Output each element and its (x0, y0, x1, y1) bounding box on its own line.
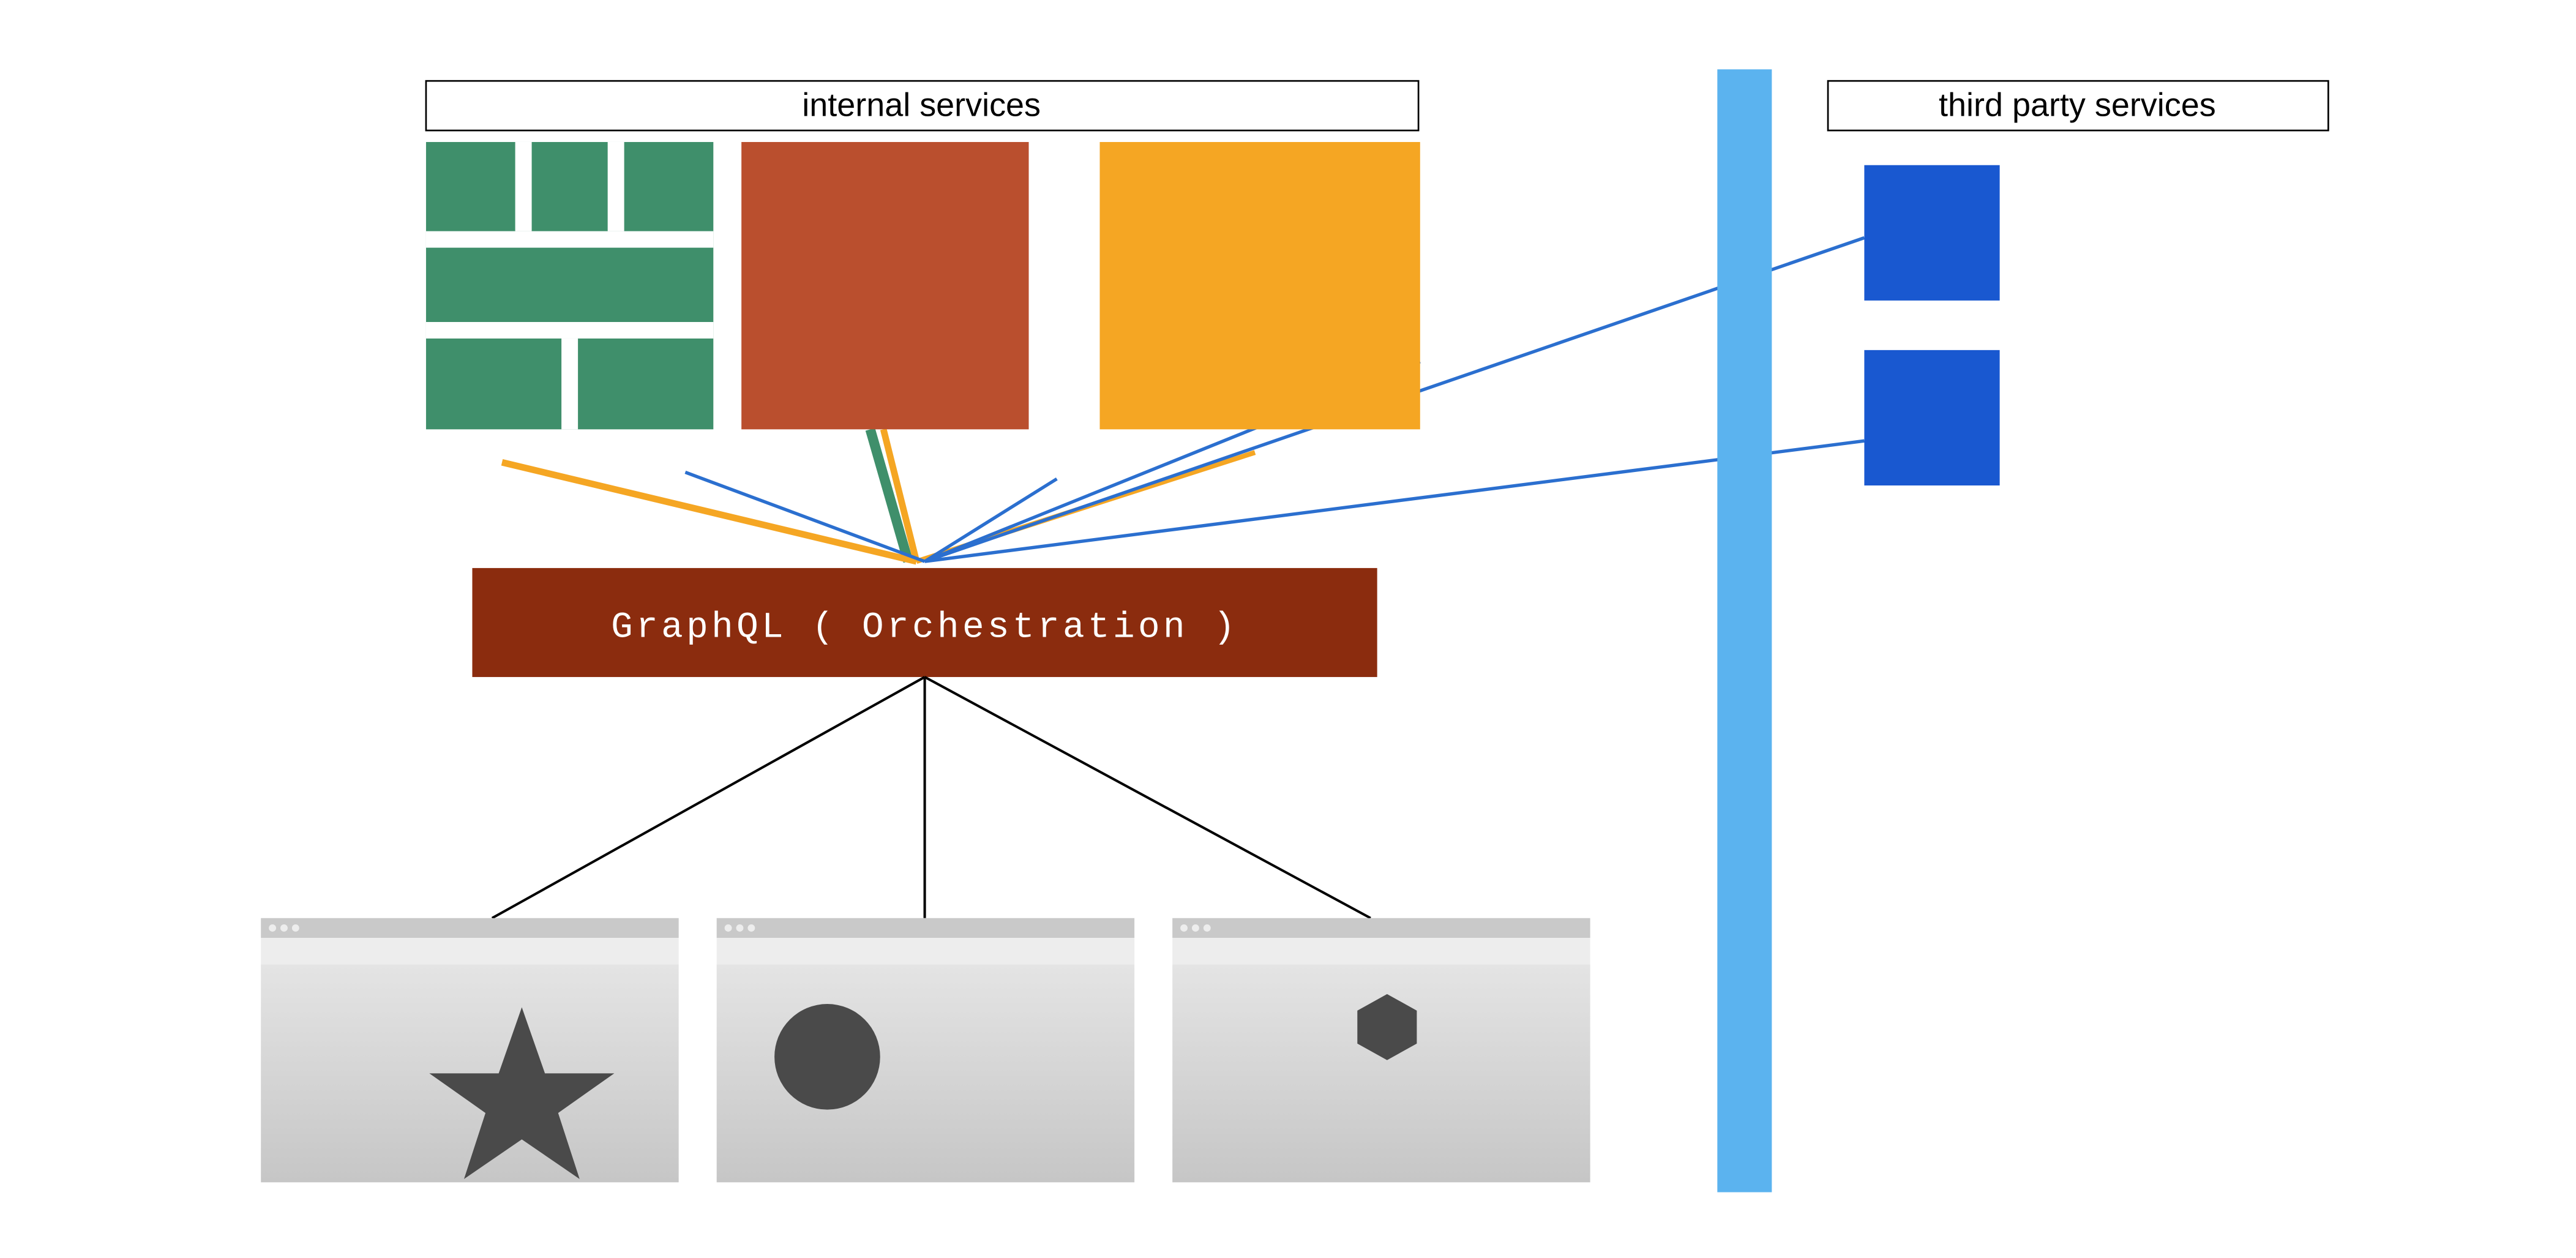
circle-client (717, 918, 1134, 1183)
connector-orange-left (502, 462, 916, 561)
internal-services-group: internal services (426, 81, 1418, 130)
barrier-divider (1717, 69, 1772, 1192)
graphql-orchestration: GraphQL ( Orchestration ) (472, 568, 1377, 677)
circle-icon (774, 1004, 880, 1110)
graphql-label: GraphQL ( Orchestration ) (611, 607, 1238, 648)
client-connector-3 (925, 677, 1371, 918)
rust-service (741, 142, 1028, 429)
third-party-label: third party services (1939, 87, 2216, 124)
third-party-group: third party services (1828, 81, 2328, 130)
internal-services-label: internal services (802, 87, 1041, 124)
green-brick-service (426, 142, 713, 429)
blue-service-1 (1864, 165, 1999, 301)
client-connector-1 (492, 677, 925, 918)
architecture-diagram: internal services third party services G… (0, 0, 2576, 1258)
blue-service-2 (1864, 350, 1999, 485)
hexagon-client (1172, 918, 1590, 1183)
star-client (261, 918, 678, 1183)
orange-service (1099, 142, 1420, 429)
